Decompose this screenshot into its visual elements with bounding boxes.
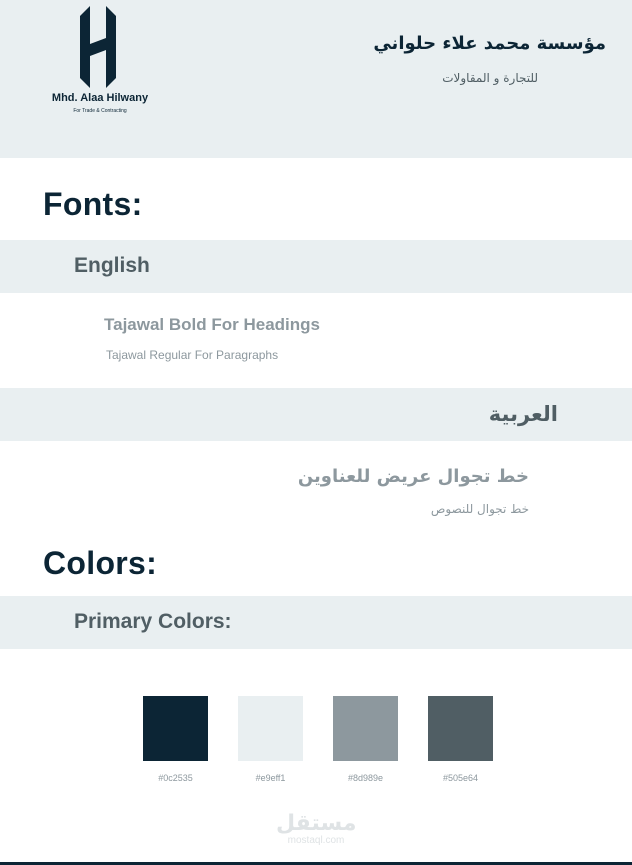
primary-colors-label: Primary Colors: (74, 610, 232, 633)
colors-title: Colors: (43, 545, 158, 581)
color-code: #8d989e (347, 773, 384, 783)
english-paragraph-sample: Tajawal Regular For Paragraphs (106, 348, 279, 362)
color-swatch (428, 696, 493, 761)
color-code: #505e64 (442, 773, 479, 783)
arabic-label: العربية (488, 402, 558, 426)
watermark-arabic: مستقل (276, 811, 357, 836)
logo-tagline: For Trade & Contracting (73, 108, 127, 114)
fonts-title: Fonts: (43, 186, 143, 222)
h-monogram-icon (80, 6, 116, 88)
color-swatch (238, 696, 303, 761)
english-heading-sample: Tajawal Bold For Headings (104, 315, 320, 334)
brand-header: Mhd. Alaa Hilwany For Trade & Contractin… (0, 0, 632, 158)
primary-colors-band: Primary Colors: (0, 596, 632, 649)
company-subtitle-arabic: للتجارة و المقاولات (442, 71, 538, 85)
arabic-heading-sample: خط تجوال عريض للعناوين (297, 466, 529, 487)
color-swatch (143, 696, 208, 761)
color-swatch (333, 696, 398, 761)
company-logo: Mhd. Alaa Hilwany For Trade & Contractin… (40, 6, 160, 118)
company-name-arabic: مؤسسة محمد علاء حلواني (373, 33, 606, 54)
color-code: #0c2535 (158, 773, 193, 783)
color-code: #e9eff1 (255, 773, 286, 783)
mostaql-watermark: مستقل mostaql.com (276, 812, 356, 846)
english-label: English (74, 254, 150, 277)
watermark-domain: mostaql.com (287, 835, 345, 846)
english-section-band: English (0, 240, 632, 293)
arabic-section-band: العربية (0, 388, 632, 441)
logo-name: Mhd. Alaa Hilwany (51, 92, 149, 104)
arabic-paragraph-sample: خط تجوال للنصوص (430, 502, 529, 516)
